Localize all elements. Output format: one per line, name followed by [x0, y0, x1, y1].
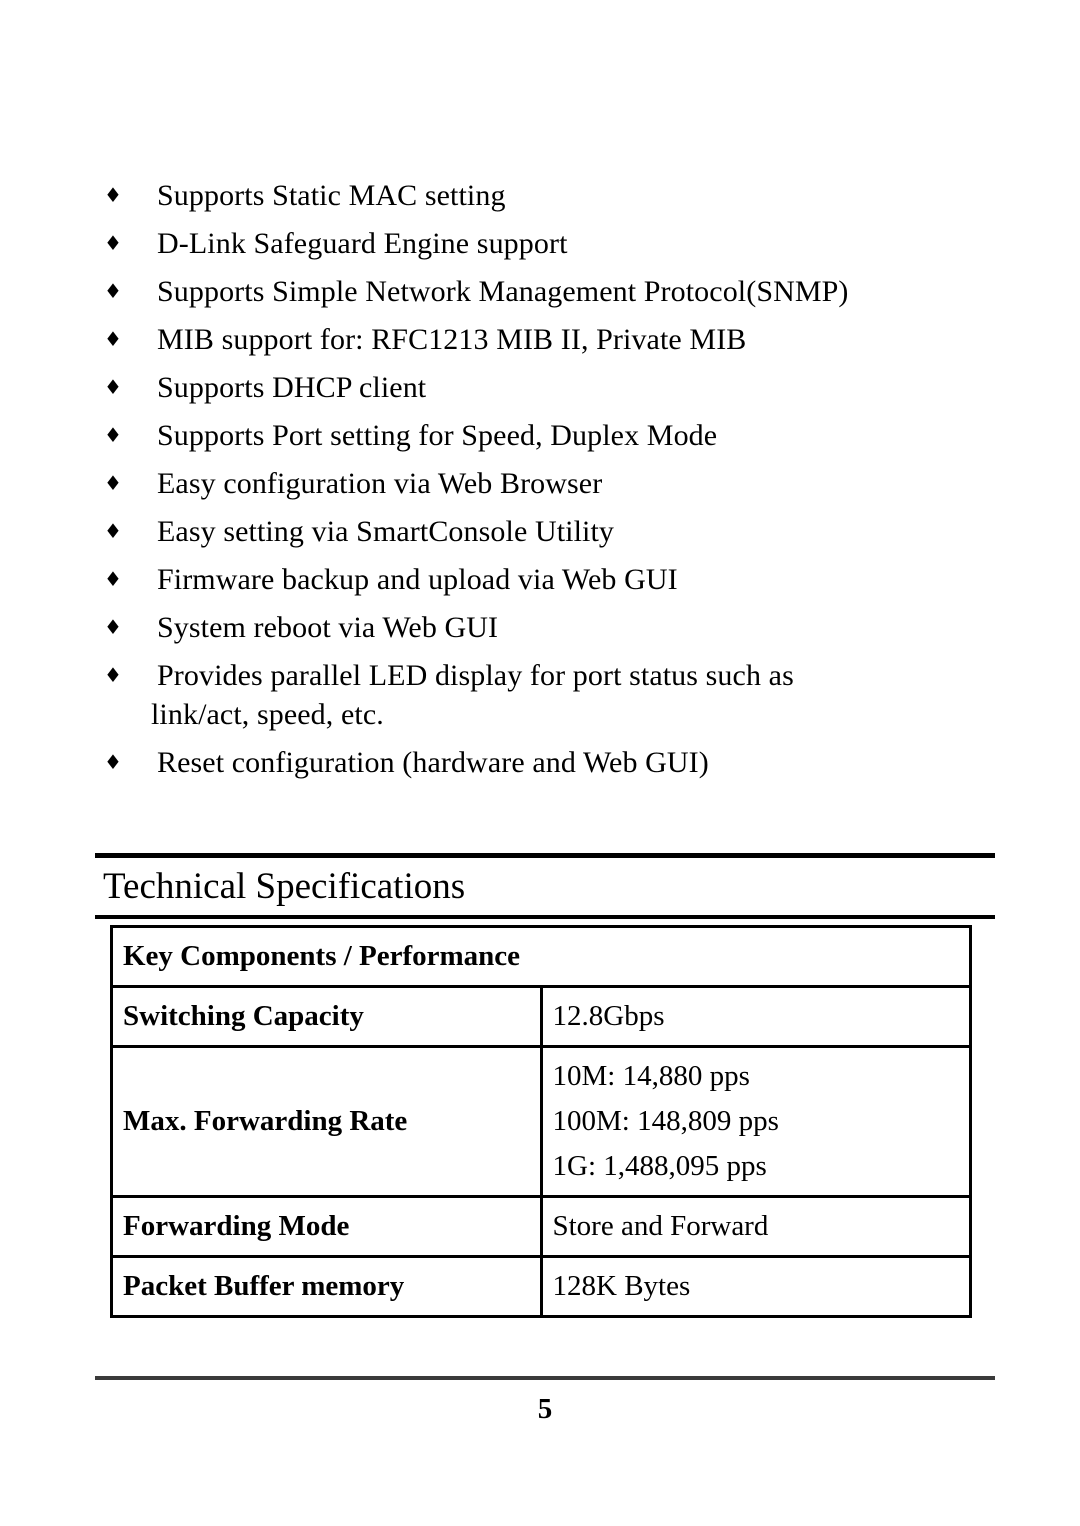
list-item: ♦ Easy configuration via Web Browser	[95, 464, 995, 503]
feature-text: Supports Static MAC setting	[157, 179, 506, 212]
diamond-bullet-icon: ♦	[104, 423, 122, 447]
table-row: Packet Buffer memory 128K Bytes	[110, 1255, 972, 1318]
feature-text-line2: link/act, speed, etc.	[151, 698, 384, 731]
list-item: ♦ System reboot via Web GUI	[95, 608, 995, 647]
diamond-bullet-icon: ♦	[104, 471, 122, 495]
diamond-bullet-icon: ♦	[104, 750, 122, 774]
list-item: ♦ Easy setting via SmartConsole Utility	[95, 512, 995, 551]
section-heading-block: Technical Specifications	[95, 853, 995, 919]
feature-text: MIB support for: RFC1213 MIB II, Private…	[157, 323, 747, 356]
list-item: ♦ Provides parallel LED display for port…	[95, 656, 995, 734]
feature-text: Easy setting via SmartConsole Utility	[157, 515, 614, 548]
page-footer: 5	[95, 1376, 995, 1429]
list-item: ♦ MIB support for: RFC1213 MIB II, Priva…	[95, 320, 995, 359]
list-item: ♦ Supports Simple Network Management Pro…	[95, 272, 995, 311]
diamond-bullet-icon: ♦	[104, 375, 122, 399]
diamond-bullet-icon: ♦	[104, 279, 122, 303]
document-page: ♦ Supports Static MAC setting ♦ D-Link S…	[0, 0, 1080, 1526]
table-section-header: Key Components / Performance	[110, 925, 972, 988]
table-row: Switching Capacity 12.8Gbps	[110, 985, 972, 1048]
technical-specifications-table: Key Components / Performance Switching C…	[110, 925, 972, 1318]
feature-text: Reset configuration (hardware and Web GU…	[157, 746, 709, 779]
page-number: 5	[537, 1393, 553, 1425]
diamond-bullet-icon: ♦	[104, 327, 122, 351]
spec-value: 12.8Gbps	[539, 985, 972, 1048]
spec-label: Max. Forwarding Rate	[110, 1045, 543, 1198]
feature-text: Supports DHCP client	[157, 371, 427, 404]
spec-label: Packet Buffer memory	[110, 1255, 543, 1318]
diamond-bullet-icon: ♦	[104, 567, 122, 591]
page-title: Technical Specifications	[103, 866, 466, 907]
heading-rule-bottom	[95, 915, 995, 919]
diamond-bullet-icon: ♦	[104, 183, 122, 207]
diamond-bullet-icon: ♦	[104, 519, 122, 543]
spec-value-line: 10M: 14,880 pps	[552, 1060, 750, 1092]
list-item: ♦ Reset configuration (hardware and Web …	[95, 743, 995, 782]
list-item: ♦ Supports Port setting for Speed, Duple…	[95, 416, 995, 455]
feature-text: Firmware backup and upload via Web GUI	[157, 563, 678, 596]
feature-text: Supports Port setting for Speed, Duplex …	[157, 419, 718, 452]
table-row: Forwarding Mode Store and Forward	[110, 1195, 972, 1258]
feature-text: Supports Simple Network Management Proto…	[157, 275, 849, 308]
spec-value-line: 100M: 148,809 pps	[552, 1105, 779, 1137]
table-row: Max. Forwarding Rate 10M: 14,880 pps 100…	[110, 1045, 972, 1198]
spec-value: 128K Bytes	[539, 1255, 972, 1318]
feature-text-line1: Provides parallel LED display for port s…	[157, 659, 794, 692]
list-item: ♦ Firmware backup and upload via Web GUI	[95, 560, 995, 599]
diamond-bullet-icon: ♦	[104, 615, 122, 639]
spec-value: Store and Forward	[539, 1195, 972, 1258]
spec-label: Forwarding Mode	[110, 1195, 543, 1258]
spec-value-line: 1G: 1,488,095 pps	[552, 1150, 767, 1182]
feature-text: System reboot via Web GUI	[157, 611, 499, 644]
diamond-bullet-icon: ♦	[104, 231, 122, 255]
list-item: ♦ D-Link Safeguard Engine support	[95, 224, 995, 263]
feature-bullet-list: ♦ Supports Static MAC setting ♦ D-Link S…	[95, 176, 995, 791]
list-item: ♦ Supports DHCP client	[95, 368, 995, 407]
feature-text: Provides parallel LED display for port s…	[151, 656, 995, 734]
feature-text: Easy configuration via Web Browser	[157, 467, 603, 500]
spec-value: 10M: 14,880 pps 100M: 148,809 pps 1G: 1,…	[539, 1045, 972, 1198]
feature-text: D-Link Safeguard Engine support	[157, 227, 568, 260]
table-row: Key Components / Performance	[110, 925, 972, 988]
list-item: ♦ Supports Static MAC setting	[95, 176, 995, 215]
diamond-bullet-icon: ♦	[104, 663, 122, 687]
spec-label: Switching Capacity	[110, 985, 543, 1048]
